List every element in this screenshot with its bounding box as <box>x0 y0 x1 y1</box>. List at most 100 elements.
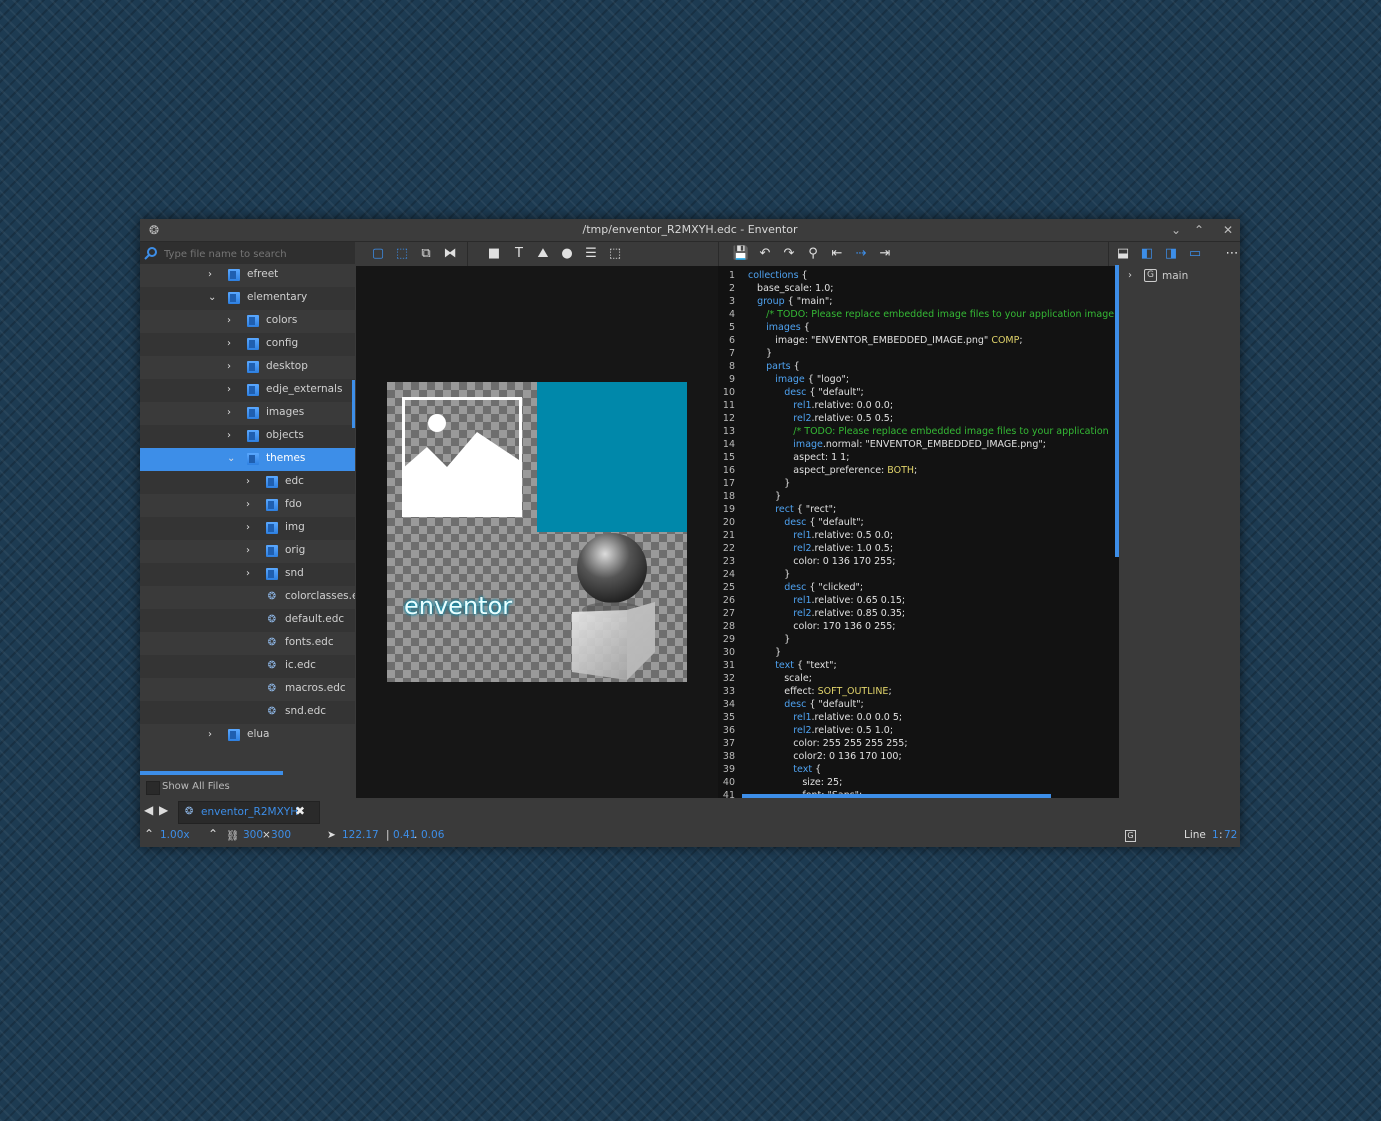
edc-navigator-panel-icon[interactable]: ◨ <box>1162 245 1180 263</box>
chevron-right-icon[interactable]: › <box>246 521 256 535</box>
chevron-right-icon[interactable]: › <box>227 383 237 397</box>
live-preview[interactable]: enventor <box>356 266 718 798</box>
chevron-right-icon[interactable]: › <box>246 567 256 581</box>
minimize-icon[interactable]: ⌄ <box>1168 222 1184 238</box>
code-line[interactable]: effect: SOFT_OUTLINE; <box>748 686 891 697</box>
image-template-icon[interactable]: ⛰ <box>534 245 552 263</box>
maximize-icon[interactable]: ⌃ <box>1191 222 1207 238</box>
code-line[interactable]: rel2.relative: 1.0 0.5; <box>748 543 893 554</box>
text-template-icon[interactable]: T <box>510 245 528 263</box>
code-line[interactable]: image { "logo"; <box>748 374 849 385</box>
redo-icon[interactable]: ↷ <box>780 245 798 263</box>
code-line[interactable]: color: 255 255 255 255; <box>748 738 907 749</box>
code-line[interactable]: /* TODO: Please replace embedded image f… <box>748 309 1114 320</box>
code-line[interactable]: rel2.relative: 0.5 0.5; <box>748 413 893 424</box>
tools-panel-icon[interactable]: ▭ <box>1186 245 1204 263</box>
code-line[interactable]: } <box>748 491 781 502</box>
code-line[interactable]: } <box>748 647 781 658</box>
logo-image-part[interactable] <box>402 397 522 517</box>
code-line[interactable]: desc { "default"; <box>748 517 864 528</box>
spacer-template-icon[interactable]: ⬚ <box>606 245 624 263</box>
close-tab-icon[interactable]: ✖ <box>295 804 305 818</box>
chevron-right-icon[interactable]: › <box>208 268 218 282</box>
code-line[interactable]: text { "text"; <box>748 660 837 671</box>
tree-folder[interactable]: ⌄ themes <box>140 448 355 471</box>
resize-icon[interactable]: ⌃ <box>208 827 218 841</box>
code-line[interactable]: color: 0 136 170 255; <box>748 556 895 567</box>
console-panel-icon[interactable]: ⬓ <box>1114 245 1132 263</box>
tree-folder[interactable]: › fdo <box>140 494 355 517</box>
code-line[interactable]: text { <box>748 764 821 775</box>
code-line[interactable]: } <box>748 478 790 489</box>
chevron-down-icon[interactable]: ⌄ <box>208 291 218 305</box>
select-icon[interactable]: ▢ <box>369 245 387 263</box>
save-icon[interactable]: 💾 <box>732 245 750 263</box>
code-line[interactable]: } <box>748 348 772 359</box>
scale-icon[interactable]: ⌃ <box>144 827 154 841</box>
menu-more-icon[interactable]: ⋯ <box>1223 245 1241 263</box>
tree-folder[interactable]: › img <box>140 517 355 540</box>
chevron-right-icon[interactable]: › <box>208 728 218 742</box>
dummy-swallow-icon[interactable]: ⧉ <box>417 245 435 263</box>
tree-file[interactable]: ❂ ic.edc <box>140 655 355 678</box>
code-line[interactable]: rel1.relative: 0.0 0.0 5; <box>748 712 902 723</box>
line-wrap-icon[interactable]: ⇢ <box>852 245 870 263</box>
file-browser-panel-icon[interactable]: ◧ <box>1138 245 1156 263</box>
code-line[interactable]: rel1.relative: 0.5 0.0; <box>748 530 893 541</box>
tree-file[interactable]: ❂ snd.edc <box>140 701 355 724</box>
code-line[interactable]: size: 25; <box>748 777 842 788</box>
chevron-right-icon[interactable]: › <box>227 429 237 443</box>
chevron-right-icon[interactable]: › <box>227 360 237 374</box>
mirror-mode-icon[interactable]: ⧓ <box>441 245 459 263</box>
code-line[interactable]: scale; <box>748 673 812 684</box>
tree-folder[interactable]: › images <box>140 402 355 425</box>
sidebar-horizontal-scrollbar[interactable] <box>140 771 283 775</box>
tree-folder[interactable]: › colors <box>140 310 355 333</box>
code-line[interactable]: images { <box>748 322 810 333</box>
rect-template-icon[interactable]: ■ <box>485 245 503 263</box>
sidebar-vertical-scrollbar[interactable] <box>352 380 355 428</box>
code-line[interactable]: rel1.relative: 0.65 0.15; <box>748 595 905 606</box>
code-line[interactable]: aspect_preference: BOTH; <box>748 465 917 476</box>
chevron-right-icon[interactable]: › <box>246 544 256 558</box>
tree-folder[interactable]: › orig <box>140 540 355 563</box>
code-line[interactable]: color2: 0 136 170 100; <box>748 751 901 762</box>
next-tab-icon[interactable]: ▶ <box>159 803 168 817</box>
code-line[interactable]: desc { "default"; <box>748 699 864 710</box>
swallow-template-icon[interactable]: ● <box>558 245 576 263</box>
editor-vertical-scrollbar[interactable] <box>1115 265 1119 557</box>
code-line[interactable]: color: 170 136 0 255; <box>748 621 895 632</box>
code-line[interactable]: image.normal: "ENVENTOR_EMBEDDED_IMAGE.p… <box>748 439 1046 450</box>
code-editor[interactable]: 1 2 3 4 5 6 7 8 9 10 11 12 13 14 15 16 17 18 19 20 21 22 23 24 2… <box>718 266 1119 798</box>
code-line[interactable]: } <box>748 569 790 580</box>
tree-file[interactable]: ❂ colorclasses.edc <box>140 586 355 609</box>
navigator-group-main[interactable]: main <box>1162 270 1188 282</box>
chevron-right-icon[interactable]: › <box>246 475 256 489</box>
code-line[interactable]: } <box>748 634 790 645</box>
chevron-right-icon[interactable]: › <box>227 406 237 420</box>
part-highlight-icon[interactable]: ⬚ <box>393 245 411 263</box>
code-line[interactable]: desc { "clicked"; <box>748 582 863 593</box>
preview-rect-part[interactable] <box>537 382 687 532</box>
undo-icon[interactable]: ↶ <box>756 245 774 263</box>
code-line[interactable]: aspect: 1 1; <box>748 452 849 463</box>
code-line[interactable]: rel2.relative: 0.5 1.0; <box>748 725 893 736</box>
tree-file[interactable]: ❂ macros.edc <box>140 678 355 701</box>
file-search-input[interactable] <box>162 244 352 264</box>
preview-text-part[interactable]: enventor <box>404 592 512 620</box>
close-icon[interactable]: ✕ <box>1220 222 1236 238</box>
chevron-right-icon[interactable]: › <box>1128 270 1132 281</box>
show-all-files-checkbox[interactable] <box>146 781 160 795</box>
tree-folder[interactable]: › efreet <box>140 264 355 287</box>
find-icon[interactable]: ⚲ <box>804 245 822 263</box>
tree-file[interactable]: ❂ fonts.edc <box>140 632 355 655</box>
chevron-right-icon[interactable]: › <box>246 498 256 512</box>
tree-folder[interactable]: › edje_externals <box>140 379 355 402</box>
show-all-files-toggle[interactable]: Show All Files <box>140 778 355 798</box>
code-line[interactable]: rel2.relative: 0.85 0.35; <box>748 608 905 619</box>
tree-folder[interactable]: › edc <box>140 471 355 494</box>
code-line[interactable]: rel1.relative: 0.0 0.0; <box>748 400 893 411</box>
code-line[interactable]: /* TODO: Please replace embedded image f… <box>748 426 1108 437</box>
code-line[interactable]: group { "main"; <box>748 296 832 307</box>
code-line[interactable]: parts { <box>748 361 800 372</box>
